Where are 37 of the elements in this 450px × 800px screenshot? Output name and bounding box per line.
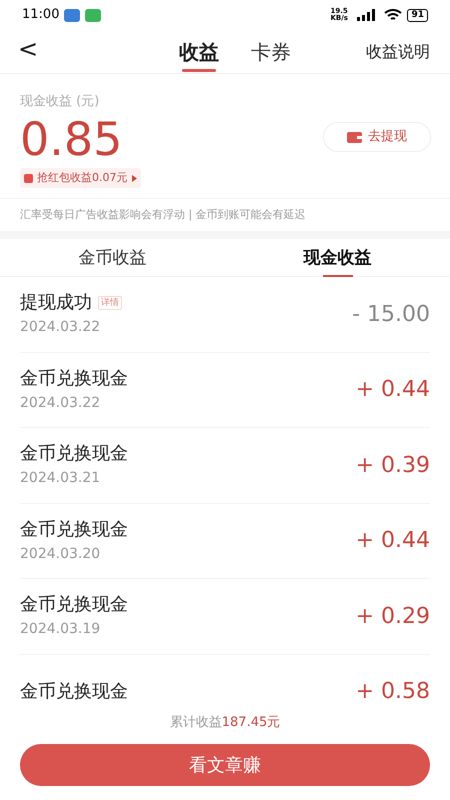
- info-link[interactable]: 收益说明: [366, 40, 430, 64]
- record-title: 金币兑换现金: [20, 518, 128, 542]
- status-time: 11:00: [22, 6, 60, 24]
- bonus-earnings-link[interactable]: 抢红包收益0.07元: [20, 168, 140, 188]
- record-date: 2024.03.20: [20, 544, 102, 564]
- header-tab[interactable]: 收益: [179, 32, 219, 72]
- header-tab[interactable]: 卡券: [251, 32, 291, 72]
- record-amount: - 15.00: [352, 300, 430, 329]
- read-articles-button[interactable]: 看文章赚: [20, 744, 430, 786]
- record-date: 2024.03.22: [20, 318, 102, 338]
- record-amount: + 0.44: [356, 376, 430, 404]
- app-notification-icon: [64, 8, 80, 22]
- record-date: 2024.03.19: [20, 620, 102, 640]
- record-title: 金币兑换现金: [20, 442, 128, 466]
- withdraw-button[interactable]: 去提现: [323, 122, 431, 152]
- back-button[interactable]: <: [18, 34, 38, 64]
- notice-text: 汇率受每日广告收益影响会有浮动 | 金币到账可能会有延迟: [19, 207, 307, 223]
- arrow-right-icon: [132, 174, 136, 182]
- chat-notification-icon: [85, 8, 102, 22]
- battery-icon: 91: [407, 8, 428, 22]
- record-title: 金币兑换现金: [20, 366, 128, 391]
- wifi-icon: [384, 8, 402, 22]
- record-title: 提现成功: [20, 291, 92, 316]
- record-title: 金币兑换现金: [20, 593, 128, 618]
- record-amount: + 0.44: [356, 527, 430, 556]
- total-earnings: 累计收益187.45元: [170, 714, 280, 732]
- record-amount: + 0.39: [356, 452, 430, 480]
- record-date: 2024.03.22: [20, 394, 102, 413]
- balance-label: 现金收益 (元): [20, 93, 100, 111]
- balance-amount: 0.85: [20, 112, 122, 166]
- income-tab[interactable]: 金币收益: [78, 239, 146, 276]
- record-date: 2024.03.21: [20, 469, 102, 488]
- record-title: 金币兑换现金: [20, 680, 128, 704]
- record-amount: + 0.58: [356, 678, 430, 704]
- record-amount: + 0.29: [356, 602, 430, 631]
- wallet-icon: [347, 132, 362, 142]
- income-tab[interactable]: 现金收益: [304, 239, 372, 276]
